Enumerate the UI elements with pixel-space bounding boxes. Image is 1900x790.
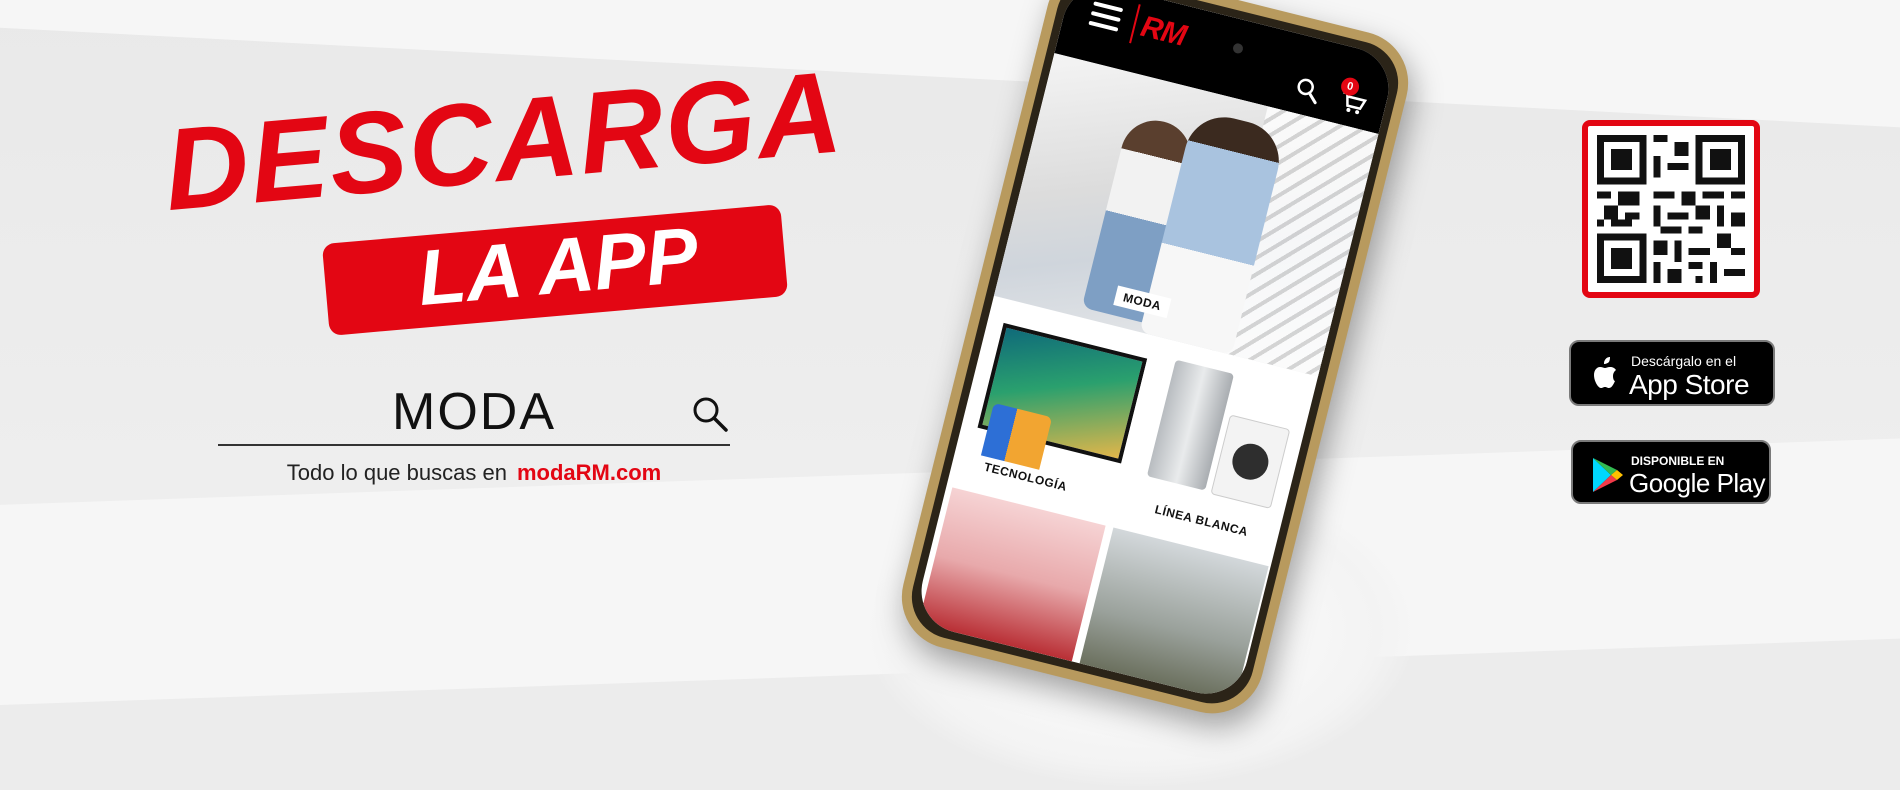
phone-screen: RM 0 MODA TECNOLOGÍA LÍNEA BLANCA bbox=[912, 0, 1398, 703]
google-play-big-text: Google Play bbox=[1629, 468, 1766, 498]
category-tile-linea-blanca[interactable]: LÍNEA BLANCA bbox=[1115, 345, 1315, 559]
app-store-button[interactable]: Descárgalo en el App Store bbox=[1569, 340, 1775, 406]
category-tile-kitchen[interactable] bbox=[918, 487, 1106, 662]
front-camera bbox=[1231, 42, 1245, 55]
google-play-icon bbox=[1593, 458, 1623, 492]
tile-label-linea-blanca: LÍNEA BLANCA bbox=[1144, 497, 1259, 544]
app-store-big-text: App Store bbox=[1629, 369, 1750, 400]
search-bar bbox=[218, 380, 730, 452]
headline: DESCARGA LA APP bbox=[159, 46, 848, 336]
category-tile-sports[interactable] bbox=[1079, 527, 1269, 703]
tagline-text: Todo lo que buscas en bbox=[286, 460, 507, 485]
google-play-small-text: DISPONIBLE EN bbox=[1631, 454, 1725, 468]
cart-icon[interactable]: 0 bbox=[1335, 75, 1370, 117]
google-play-button[interactable]: DISPONIBLE EN Google Play bbox=[1571, 440, 1771, 504]
search-icon[interactable] bbox=[1292, 75, 1324, 107]
phone-frame: RM 0 MODA TECNOLOGÍA LÍNEA BLANCA bbox=[890, 0, 1420, 725]
washer-image bbox=[1210, 414, 1291, 509]
search-icon[interactable] bbox=[690, 394, 730, 434]
qr-code bbox=[1582, 120, 1760, 298]
phone-mockup: RM 0 MODA TECNOLOGÍA LÍNEA BLANCA bbox=[890, 0, 1420, 725]
qr-code-pattern bbox=[1597, 135, 1745, 283]
search-input[interactable] bbox=[218, 380, 730, 446]
tagline: Todo lo que buscas en modaRM.com bbox=[218, 460, 730, 486]
apple-icon bbox=[1594, 357, 1616, 388]
category-tile-tecnologia[interactable]: TECNOLOGÍA bbox=[954, 304, 1152, 518]
menu-icon[interactable] bbox=[1088, 1, 1124, 32]
rm-logo[interactable]: RM bbox=[1137, 10, 1189, 54]
app-store-small-text: Descárgalo en el bbox=[1631, 353, 1737, 369]
brand-link[interactable]: modaRM.com bbox=[517, 460, 661, 485]
